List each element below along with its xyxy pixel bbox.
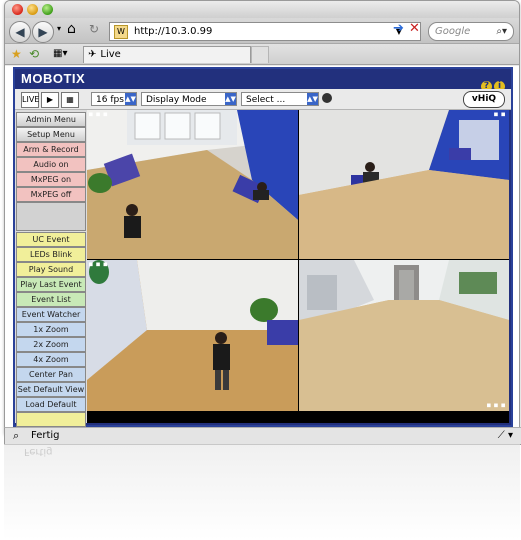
navigation-bar: ◀ ▶ ▾ ⌂ ↻ W http://10.3.0.99 ▼ ➔ ✕ Googl… xyxy=(5,18,519,44)
tab-live[interactable]: ✈ Live xyxy=(83,46,251,63)
reload-icon[interactable]: ↻ xyxy=(89,22,99,36)
star-icon[interactable]: ★ xyxy=(11,47,22,61)
resize-icon[interactable]: ⟋ ▾ xyxy=(498,428,513,444)
sidebar-button-blank-19 xyxy=(16,412,86,427)
sidebar-button-setup-menu[interactable]: Setup Menu xyxy=(16,127,86,142)
reflection-text: Fertig xyxy=(24,446,53,457)
search-placeholder: Google xyxy=(435,26,471,37)
bookmark-icon[interactable]: ⟲ xyxy=(29,47,39,61)
brand-logo: MOBOTIX xyxy=(21,71,86,86)
display-mode-value: Display Mode xyxy=(146,95,207,105)
sidebar-button-admin-menu[interactable]: Admin Menu xyxy=(16,112,86,127)
camera-view-bottom-right[interactable]: ■ ■ ■ xyxy=(299,260,509,411)
zoom-window-button[interactable] xyxy=(42,4,53,15)
page-content: MOBOTIX ? i LIVE ▶ ▦ 16 fps ▲▼ Display Mod… xyxy=(5,66,519,428)
sidebar-button-uc-event[interactable]: UC Event xyxy=(16,232,86,247)
forward-button[interactable]: ▶ xyxy=(32,21,54,43)
search-box[interactable]: Google ⌕▾ xyxy=(428,22,514,41)
camera-view-top-left[interactable]: ■ ■ ■ xyxy=(87,110,298,259)
camera-view-bottom-left[interactable]: ■ ■ ■ xyxy=(87,260,298,411)
title-bar xyxy=(5,1,519,18)
live-view-button[interactable]: LIVE xyxy=(21,92,39,108)
address-bar[interactable]: W http://10.3.0.99 ▼ xyxy=(109,22,421,41)
fps-dropdown-icon: ▲▼ xyxy=(125,93,136,105)
play-button[interactable]: ▶ xyxy=(41,92,59,108)
window-reflection: Fertig xyxy=(4,444,520,540)
stop-icon[interactable]: ✕ xyxy=(409,21,420,36)
office-scene-top-left xyxy=(87,110,298,259)
sidebar-button-mxpeg-off[interactable]: MxPEG off xyxy=(16,187,86,202)
timestamp-overlay: ■ ■ ■ xyxy=(89,111,108,118)
multiview-grid-icon[interactable]: ▦ xyxy=(61,92,79,108)
sidebar-button-event-list[interactable]: Event List xyxy=(16,292,86,307)
select-dropdown[interactable]: Select ... ▲▼ xyxy=(241,92,319,106)
sidebar-button-play-sound[interactable]: Play Sound xyxy=(16,262,86,277)
back-button[interactable]: ◀ xyxy=(9,21,31,43)
sidebar-button-audio-on[interactable]: Audio on xyxy=(16,157,86,172)
fps-select[interactable]: 16 fps ▲▼ xyxy=(91,92,137,106)
sidebar-button-center-pan[interactable]: Center Pan xyxy=(16,367,86,382)
tab-overview-icon[interactable]: ▦▾ xyxy=(53,48,67,59)
bookmarks-tab-bar: ★ ⟲ ▦▾ ✈ Live xyxy=(5,44,519,65)
select-dropdown-icon: ▲▼ xyxy=(307,93,318,105)
timestamp-overlay: ■ ■ ■ xyxy=(89,261,108,268)
back-arrow-icon: ◀ xyxy=(15,25,25,39)
minimize-window-button[interactable] xyxy=(27,4,38,15)
home-icon[interactable]: ⌂ xyxy=(67,21,76,37)
sidebar-button-leds-blink[interactable]: LEDs Blink xyxy=(16,247,86,262)
forward-arrow-icon: ▶ xyxy=(38,25,48,39)
camera-frame: MOBOTIX ? i LIVE ▶ ▦ 16 fps ▲▼ Display Mod… xyxy=(13,67,513,427)
browser-window: ◀ ▶ ▾ ⌂ ↻ W http://10.3.0.99 ▼ ➔ ✕ Googl… xyxy=(4,0,520,434)
sidebar-button-mxpeg-on[interactable]: MxPEG on xyxy=(16,172,86,187)
status-search-icon: ⌕ xyxy=(13,429,20,442)
corridor-scene-bottom-right xyxy=(299,260,509,411)
camera-sidebar: Admin Menu Setup Menu Arm & Record Audio on… xyxy=(15,110,87,427)
sidebar-button-1x-zoom[interactable]: 1x Zoom xyxy=(16,322,86,337)
sidebar-button-blank-6 xyxy=(16,202,86,231)
status-text: Fertig xyxy=(31,430,60,441)
camera-view-top-right[interactable]: ■ ■ xyxy=(299,110,509,259)
display-mode-select[interactable]: Display Mode ▲▼ xyxy=(141,92,237,106)
select-value: Select ... xyxy=(246,95,286,105)
fps-value: 16 fps xyxy=(96,95,124,105)
office-scene-top-right xyxy=(299,110,509,259)
sidebar-button-event-watcher[interactable]: Event Watcher xyxy=(16,307,86,322)
sidebar-button-set-default-view[interactable]: Set Default View xyxy=(16,382,86,397)
sidebar-button-play-last-event[interactable]: Play Last Event xyxy=(16,277,86,292)
sidebar-button-load-default-view[interactable]: Load Default View xyxy=(16,397,86,422)
camera-grid: ■ ■ ■ ■ ■ ■ ■ ■ ■ ■ ■ xyxy=(87,110,509,423)
sidebar-button-2x-zoom[interactable]: 2x Zoom xyxy=(16,337,86,352)
vhiq-button[interactable]: vHiQ xyxy=(463,91,505,108)
go-circle-icon[interactable] xyxy=(322,93,332,103)
office-scene-bottom-left xyxy=(87,260,298,411)
search-icon[interactable]: ⌕▾ xyxy=(496,23,507,40)
site-favicon-icon: W xyxy=(114,25,128,39)
tab-title: Live xyxy=(100,49,121,60)
browser-status-bar: ⌕ Fertig ⟋ ▾ xyxy=(4,427,521,445)
history-dropdown-icon[interactable]: ▾ xyxy=(57,24,61,33)
display-mode-dropdown-icon: ▲▼ xyxy=(225,93,236,105)
timestamp-overlay: ■ ■ xyxy=(494,111,505,118)
camera-header: MOBOTIX ? i xyxy=(15,69,511,92)
close-window-button[interactable] xyxy=(12,4,23,15)
sidebar-button-4x-zoom[interactable]: 4x Zoom xyxy=(16,352,86,367)
tab-favicon-icon: ✈ xyxy=(88,49,97,60)
timestamp-overlay: ■ ■ ■ xyxy=(486,402,505,409)
camera-toolbar: LIVE ▶ ▦ 16 fps ▲▼ Display Mode ▲▼ Select … xyxy=(15,89,511,110)
sidebar-button-arm-record[interactable]: Arm & Record xyxy=(16,142,86,157)
new-tab-button[interactable] xyxy=(251,46,269,63)
go-arrow-icon[interactable]: ➔ xyxy=(393,21,404,36)
url-text: http://10.3.0.99 xyxy=(134,26,213,37)
